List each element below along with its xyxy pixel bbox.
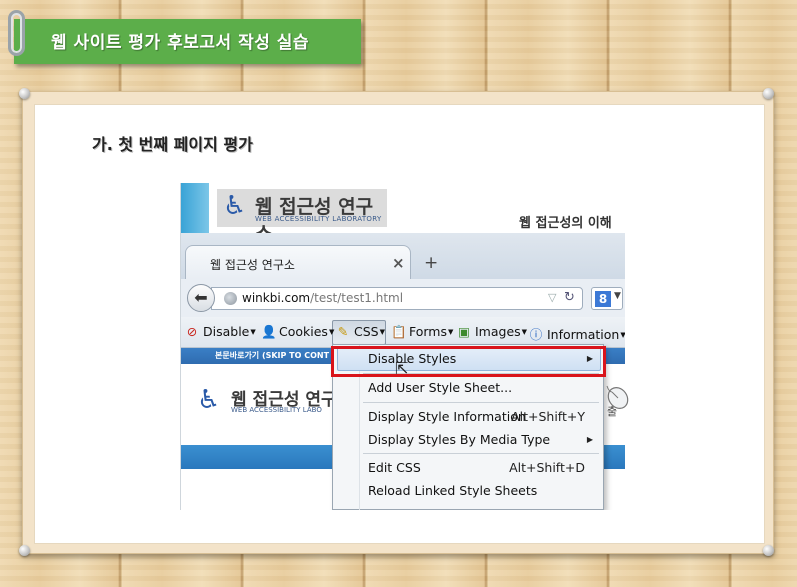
site-intro-link[interactable]: 웹 접근성의 이해: [519, 212, 612, 231]
mouse-icon: [606, 385, 629, 409]
toolbar-disable[interactable]: ⊘ Disable▼: [185, 324, 256, 339]
tab-title: 웹 접근성 연구소: [210, 258, 295, 272]
disable-icon: ⊘: [186, 324, 198, 339]
pin-icon: [19, 545, 30, 556]
mouse-cursor-icon: ⇱: [395, 359, 409, 378]
menu-item-reload-linked-style-sheets[interactable]: Reload Linked Style Sheets: [368, 483, 537, 498]
site-logo[interactable]: ♿ 웹 접근성 연구소 WEB ACCESSIBILITY LABORATORY: [217, 189, 387, 245]
wheelchair-icon: ♿: [223, 191, 247, 221]
menu-item-display-style-information[interactable]: Display Style Information: [368, 409, 526, 424]
close-tab-icon[interactable]: ×: [392, 254, 405, 272]
chevron-down-icon: ▼: [614, 291, 621, 301]
section-heading: 가. 첫 번째 페이지 평가: [92, 135, 253, 154]
toolbar-information[interactable]: ⓘ Information▼: [529, 324, 625, 343]
toolbar-cookies[interactable]: 👤 Cookies▼: [261, 324, 334, 340]
site-header: ♿ 웹 접근성 연구소 WEB ACCESSIBILITY LABORATORY…: [181, 183, 625, 245]
globe-icon: [224, 292, 237, 305]
information-icon: ⓘ: [529, 327, 543, 342]
wheelchair-icon: ♿: [197, 385, 221, 415]
site-left-strip: [181, 183, 209, 235]
nav-bar: winkbi.com/test/test1.html ▽ ↻ ⬅ 8 ▼: [181, 279, 625, 317]
search-engine-icon: 8: [595, 291, 611, 307]
url-bar[interactable]: winkbi.com/test/test1.html ▽ ↻: [211, 287, 583, 310]
title-banner: 웹 사이트 평가 후보고서 작성 실습: [14, 19, 361, 64]
menu-separator: [363, 402, 599, 403]
menu-item-edit-css[interactable]: Edit CSS: [368, 460, 421, 475]
images-icon: ▣: [458, 324, 470, 339]
search-engine-button[interactable]: 8 ▼: [591, 287, 623, 310]
menu-shortcut: Alt+Shift+Y: [511, 409, 585, 424]
dropdown-arrow-icon[interactable]: ▽: [548, 291, 556, 304]
menu-shortcut: Alt+Shift+D: [509, 460, 585, 475]
site-logo-subtitle: WEB ACCESSIBILITY LABORATORY: [255, 215, 382, 223]
cookies-icon: 👤: [261, 324, 277, 339]
highlight-box: [331, 346, 606, 377]
toolbar-images[interactable]: ▣ Images▼: [457, 324, 527, 339]
back-button[interactable]: ⬅: [187, 284, 215, 312]
forms-icon: 📋: [391, 324, 407, 339]
skip-to-content-link[interactable]: 본문바로가기 (SKIP TO CONT: [215, 350, 329, 361]
browser-tab[interactable]: 웹 접근성 연구소 ×: [185, 245, 411, 279]
menu-separator: [363, 453, 599, 454]
url-text: winkbi.com/test/test1.html: [242, 291, 404, 305]
pin-icon: [19, 88, 30, 99]
new-tab-button[interactable]: +: [424, 253, 438, 273]
paperclip-icon: [8, 10, 25, 56]
submenu-arrow-icon: ▶: [586, 435, 593, 444]
pin-icon: [763, 545, 774, 556]
tab-bar: 웹 접근성 연구소 × +: [181, 233, 625, 279]
toolbar-css[interactable]: ✎ CSS▼: [336, 324, 385, 339]
menu-item-display-styles-by-media-type[interactable]: Display Styles By Media Type: [368, 432, 550, 447]
toolbar-forms[interactable]: 📋 Forms▼: [391, 324, 453, 340]
css-pencil-icon: ✎: [337, 324, 349, 339]
pin-icon: [763, 88, 774, 99]
banner-title: 웹 사이트 평가 후보고서 작성 실습: [51, 33, 310, 53]
site-main-logo-subtitle: WEB ACCESSIBILITY LABO: [231, 406, 322, 414]
menu-item-add-user-style-sheet[interactable]: Add User Style Sheet...: [368, 380, 512, 395]
back-arrow-icon: ⬅: [194, 288, 208, 307]
reload-icon[interactable]: ↻: [564, 290, 575, 305]
